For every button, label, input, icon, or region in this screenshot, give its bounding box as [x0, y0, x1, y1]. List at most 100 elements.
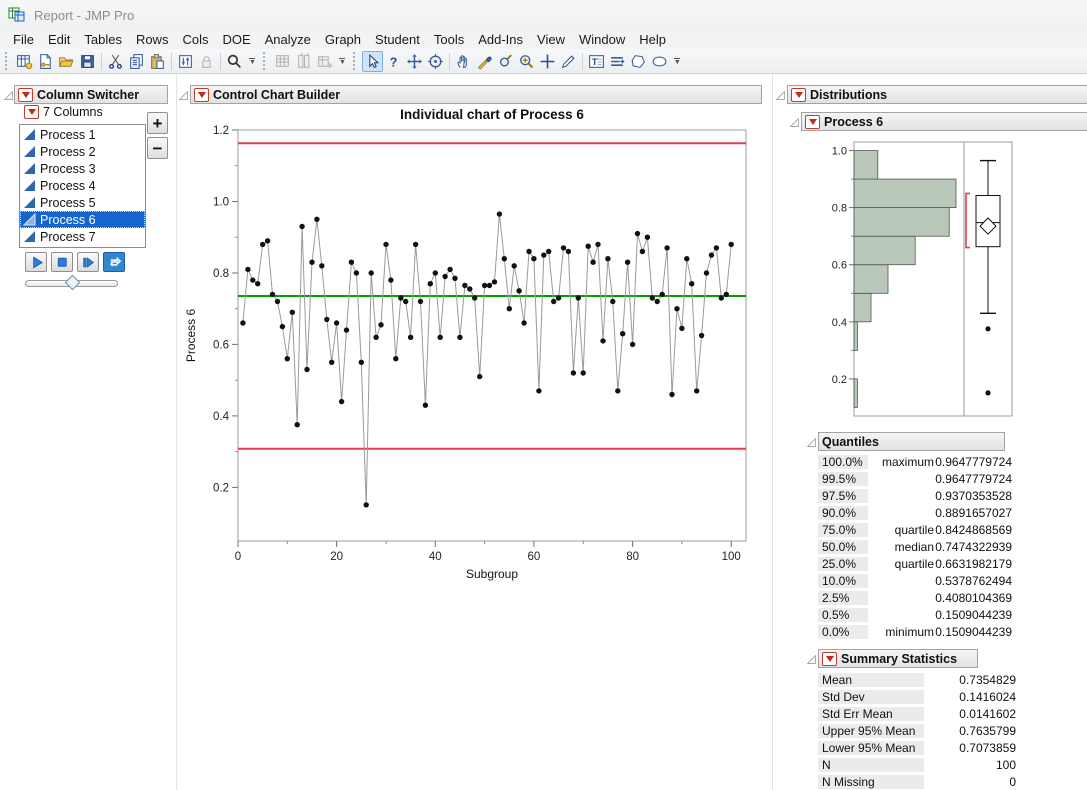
play-button[interactable]: [25, 252, 47, 272]
process6-header[interactable]: Process 6: [801, 112, 1087, 131]
title-bar: Report - JMP Pro: [0, 0, 1087, 30]
red-menu-icon[interactable]: [194, 87, 209, 102]
collapse-triangle-process6[interactable]: [789, 115, 800, 127]
svg-text:0: 0: [235, 551, 241, 563]
menu-item-help[interactable]: Help: [632, 31, 673, 48]
collapse-triangle-summary[interactable]: [806, 652, 817, 664]
save-icon[interactable]: [77, 51, 98, 72]
menu-item-analyze[interactable]: Analyze: [258, 31, 318, 48]
data-point: [526, 248, 532, 255]
data-point: [506, 306, 512, 312]
annotate-icon[interactable]: [558, 51, 579, 72]
polygon-icon[interactable]: [628, 51, 649, 72]
menu-item-graph[interactable]: Graph: [318, 31, 368, 48]
histogram-bar: [853, 150, 879, 180]
collapse-triangle-distributions[interactable]: [775, 88, 786, 100]
crosshair-icon[interactable]: [537, 51, 558, 72]
data-point: [679, 325, 685, 332]
data-point: [407, 334, 414, 340]
collapse-triangle-control-chart[interactable]: [178, 88, 189, 100]
cut-icon[interactable]: [105, 51, 126, 72]
collapse-triangle-quantiles[interactable]: [806, 435, 817, 447]
loop-button[interactable]: [103, 252, 125, 272]
menu-item-rows[interactable]: Rows: [129, 31, 176, 48]
zoom-in-icon[interactable]: [516, 51, 537, 72]
hand-icon[interactable]: [453, 51, 474, 72]
column-list[interactable]: Process 1 Process 2 Process 3 Process 4 Proc…: [19, 124, 146, 248]
red-menu-icon[interactable]: [791, 87, 806, 102]
column-switcher-header[interactable]: Column Switcher: [14, 85, 168, 104]
new-journal-icon[interactable]: [35, 51, 56, 72]
data-point: [437, 334, 443, 340]
column-item-process-7[interactable]: Process 7: [20, 228, 145, 245]
slider-thumb[interactable]: [64, 274, 81, 291]
red-menu-icon[interactable]: [805, 114, 820, 129]
arrow-icon[interactable]: [361, 50, 383, 72]
lines-icon[interactable]: [607, 51, 628, 72]
quantile-value: 0.8424868569: [935, 522, 1012, 537]
menu-item-file[interactable]: File: [6, 31, 41, 48]
distribution-plot[interactable]: 0.2 0.4 0.6 0.8 1.0: [816, 134, 1026, 430]
red-menu-icon[interactable]: [18, 87, 33, 102]
distributions-header[interactable]: Distributions: [787, 85, 1087, 104]
text-box-icon[interactable]: T: [586, 51, 607, 72]
columns-count-row[interactable]: 7 Columns: [24, 105, 103, 119]
column-item-process-3[interactable]: Process 3: [20, 160, 145, 177]
toolbar-overflow-icon[interactable]: ▼: [339, 57, 346, 66]
data-point: [299, 223, 305, 230]
move-icon[interactable]: [404, 51, 425, 72]
paste-icon[interactable]: [147, 51, 168, 72]
menu-item-window[interactable]: Window: [572, 31, 632, 48]
menu-item-add-ins[interactable]: Add-Ins: [471, 31, 530, 48]
add-column-button[interactable]: +: [147, 112, 168, 134]
quantile-label: minimum: [885, 624, 934, 639]
stop-button[interactable]: [51, 252, 73, 272]
remove-column-button[interactable]: −: [147, 137, 168, 159]
search-icon[interactable]: [224, 51, 245, 72]
quantiles-header[interactable]: Quantiles: [818, 432, 1005, 451]
summary-statistics-header[interactable]: Summary Statistics: [818, 649, 978, 668]
control-chart-builder-header[interactable]: Control Chart Builder: [190, 85, 762, 104]
menu-item-cols[interactable]: Cols: [175, 31, 215, 48]
copy-icon[interactable]: [126, 51, 147, 72]
svg-text:0.8: 0.8: [213, 268, 229, 280]
red-menu-icon[interactable]: [24, 105, 39, 119]
continuous-column-icon: [24, 129, 35, 140]
toolbar-overflow-icon[interactable]: ▼: [249, 57, 256, 66]
menu-item-doe[interactable]: DOE: [215, 31, 257, 48]
menu-item-edit[interactable]: Edit: [41, 31, 77, 48]
toolbar-overflow-icon[interactable]: ▼: [674, 57, 681, 66]
data-point: [319, 263, 325, 269]
lasso-icon[interactable]: [495, 51, 516, 72]
toolbar-grip[interactable]: [262, 52, 268, 70]
data-point: [536, 388, 542, 394]
speed-slider[interactable]: [25, 274, 118, 291]
oval-icon[interactable]: [649, 51, 670, 72]
quantile-value: 0.1509044239: [935, 624, 1012, 639]
column-item-process-2[interactable]: Process 2: [20, 143, 145, 160]
red-menu-icon[interactable]: [822, 651, 837, 666]
target-icon[interactable]: [425, 51, 446, 72]
brush-icon[interactable]: [474, 51, 495, 72]
toolbar: ▼ ▼? T ▼: [0, 49, 1087, 74]
column-item-process-4[interactable]: Process 4: [20, 177, 145, 194]
menu-item-tables[interactable]: Tables: [77, 31, 129, 48]
step-button[interactable]: [77, 252, 99, 272]
toolbar-grip[interactable]: [5, 52, 10, 70]
preferences-icon[interactable]: [175, 51, 196, 72]
collapse-triangle-column-switcher[interactable]: [3, 88, 14, 100]
data-point: [654, 298, 660, 305]
new-data-table-icon[interactable]: [14, 51, 35, 72]
menu-item-student[interactable]: Student: [368, 31, 427, 48]
quantile-percent: 0.0%: [818, 624, 868, 639]
column-item-process-1[interactable]: Process 1: [20, 126, 145, 143]
toolbar-grip[interactable]: [352, 52, 358, 70]
jmp-window: Report - JMP Pro File Edit Tables Rows Cols D…: [0, 0, 1087, 790]
menu-item-tools[interactable]: Tools: [427, 31, 471, 48]
menu-item-view[interactable]: View: [530, 31, 572, 48]
column-item-process-6[interactable]: Process 6: [20, 211, 145, 228]
column-item-process-5[interactable]: Process 5: [20, 194, 145, 211]
help-icon[interactable]: ?: [383, 51, 404, 72]
control-chart[interactable]: Individual chart of Process 6 0.2 0.4 0.6 0.…: [182, 106, 767, 586]
open-icon[interactable]: [56, 51, 77, 72]
